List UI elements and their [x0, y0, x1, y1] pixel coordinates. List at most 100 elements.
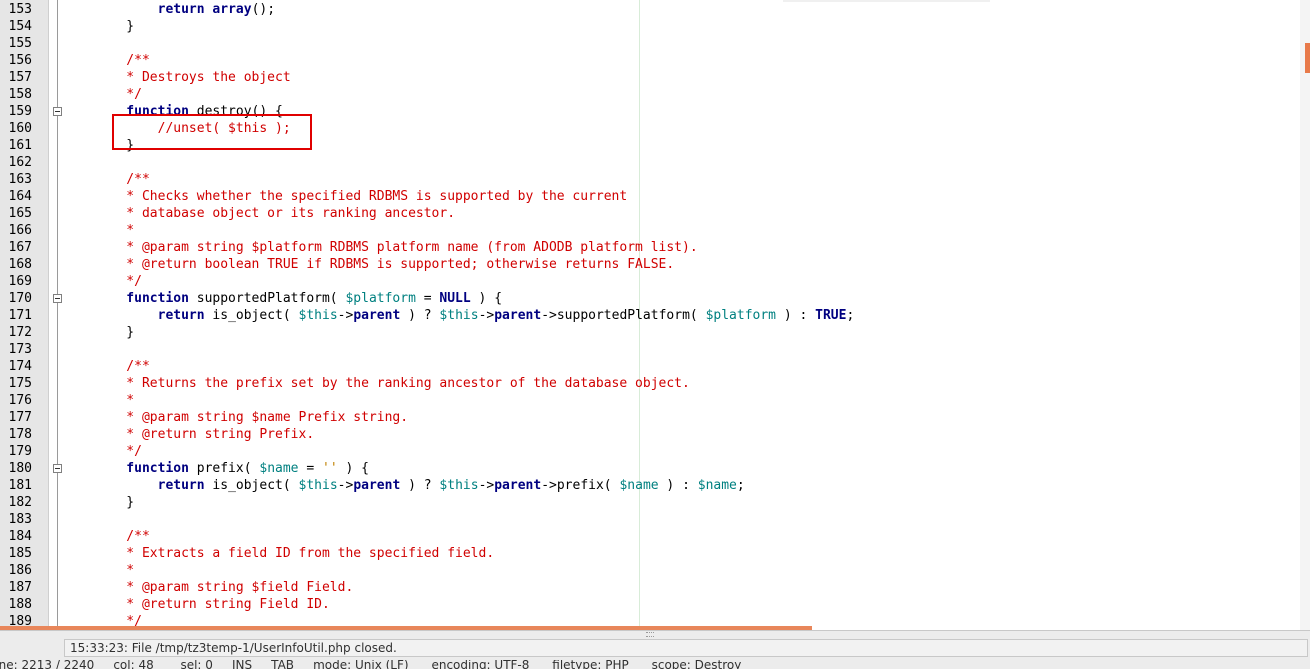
code-token: is_object(	[204, 478, 299, 493]
vertical-scrollbar[interactable]	[1300, 0, 1310, 630]
code-line[interactable]: 179 */	[0, 443, 1300, 460]
code-line[interactable]: 180 function prefix( $name = '' ) {	[0, 460, 1300, 477]
code-token: $platform	[345, 291, 416, 306]
code-line[interactable]: 177 * @param string $name Prefix string.	[0, 409, 1300, 426]
line-number: 162	[8, 155, 32, 170]
code-line[interactable]: 162	[0, 154, 1300, 171]
code-line[interactable]: 183	[0, 511, 1300, 528]
code-line[interactable]: 164 * Checks whether the specified RDBMS…	[0, 188, 1300, 205]
code-token: ->supportedPlatform(	[541, 308, 706, 323]
line-number: 160	[8, 121, 32, 136]
code-line[interactable]: 175 * Returns the prefix set by the rank…	[0, 375, 1300, 392]
code-token: * Extracts a field ID from the specified…	[95, 546, 495, 561]
code-token: }	[95, 495, 135, 510]
code-line[interactable]: 167 * @param string $platform RDBMS plat…	[0, 239, 1300, 256]
code-line[interactable]: 182 }	[0, 494, 1300, 511]
code-token: $this	[439, 478, 479, 493]
code-token: $this	[298, 308, 338, 323]
code-text: * @return string Prefix.	[95, 426, 314, 443]
fold-toggle-icon[interactable]	[53, 107, 62, 116]
line-number: 153	[8, 2, 32, 17]
code-text: /**	[95, 528, 150, 545]
code-token: ''	[322, 461, 338, 476]
line-number: 172	[8, 325, 32, 340]
status-bar: line: 2213 / 2240 col: 48 sel: 0 INS TAB…	[0, 660, 1310, 669]
code-line[interactable]: 172 }	[0, 324, 1300, 341]
line-number: 164	[8, 189, 32, 204]
code-line[interactable]: 154 }	[0, 18, 1300, 35]
code-line[interactable]: 170 function supportedPlatform( $platfor…	[0, 290, 1300, 307]
code-line[interactable]: 166 *	[0, 222, 1300, 239]
code-line[interactable]: 168 * @return boolean TRUE if RDBMS is s…	[0, 256, 1300, 273]
code-line[interactable]: 184 /**	[0, 528, 1300, 545]
code-line[interactable]: 185 * Extracts a field ID from the speci…	[0, 545, 1300, 562]
line-number: 169	[8, 274, 32, 289]
code-text: }	[95, 494, 134, 511]
code-line[interactable]: 188 * @return string Field ID.	[0, 596, 1300, 613]
code-token: * @param string $field Field.	[95, 580, 354, 595]
code-text: return array();	[95, 1, 275, 18]
line-number: 176	[8, 393, 32, 408]
code-line[interactable]: 155	[0, 35, 1300, 52]
code-token: is_object(	[204, 308, 299, 323]
code-line[interactable]: 163 /**	[0, 171, 1300, 188]
code-line[interactable]: 156 /**	[0, 52, 1300, 69]
code-token: }	[95, 325, 135, 340]
code-token: * Returns the prefix set by the ranking …	[95, 376, 690, 391]
status-bar-text: line: 2213 / 2240 col: 48 sel: 0 INS TAB…	[0, 660, 742, 669]
code-token: parent	[494, 478, 542, 493]
code-text: return is_object( $this->parent ) ? $thi…	[95, 477, 745, 494]
code-token: ;	[736, 478, 745, 493]
code-line[interactable]: 158 */	[0, 86, 1300, 103]
code-token: /**	[95, 529, 150, 544]
code-text: function prefix( $name = '' ) {	[95, 460, 369, 477]
code-text: * @param string $field Field.	[95, 579, 353, 596]
line-number: 178	[8, 427, 32, 442]
code-editor[interactable]: 153 return array(); 154 } 155 156 /** 157 * …	[0, 0, 1310, 630]
code-line[interactable]: 181 return is_object( $this->parent ) ? …	[0, 477, 1300, 494]
code-token: parent	[353, 478, 401, 493]
vertical-scroll-thumb[interactable]	[1305, 43, 1310, 73]
code-line[interactable]: 169 */	[0, 273, 1300, 290]
line-number: 157	[8, 70, 32, 85]
code-line[interactable]: 173	[0, 341, 1300, 358]
code-token: $this	[439, 308, 479, 323]
fold-toggle-icon[interactable]	[53, 294, 62, 303]
line-number: 154	[8, 19, 32, 34]
code-text: * Returns the prefix set by the ranking …	[95, 375, 690, 392]
code-line[interactable]: 165 * database object or its ranking anc…	[0, 205, 1300, 222]
code-line[interactable]: 176 *	[0, 392, 1300, 409]
code-line[interactable]: 174 /**	[0, 358, 1300, 375]
line-number: 187	[8, 580, 32, 595]
code-token: * @return boolean TRUE if RDBMS is suppo…	[95, 257, 675, 272]
code-token: =	[298, 461, 322, 476]
code-token: }	[95, 19, 135, 34]
annotation-highlight-box	[112, 114, 312, 150]
code-token: return	[157, 2, 205, 17]
line-number: 175	[8, 376, 32, 391]
code-line[interactable]: 153 return array();	[0, 1, 1300, 18]
code-line[interactable]: 187 * @param string $field Field.	[0, 579, 1300, 596]
fold-toggle-icon[interactable]	[53, 464, 62, 473]
code-text: }	[95, 324, 134, 341]
code-token: /**	[95, 53, 150, 68]
pane-resize-grip[interactable]	[646, 632, 654, 637]
code-text: */	[95, 86, 142, 103]
line-number: 180	[8, 461, 32, 476]
code-line[interactable]: 178 * @return string Prefix.	[0, 426, 1300, 443]
code-token: supportedPlatform(	[188, 291, 346, 306]
code-text: *	[95, 222, 134, 239]
line-number: 185	[8, 546, 32, 561]
code-line[interactable]: 186 *	[0, 562, 1300, 579]
code-text: */	[95, 443, 142, 460]
code-token: /**	[95, 359, 150, 374]
code-text: *	[95, 562, 134, 579]
line-number: 179	[8, 444, 32, 459]
line-number: 159	[8, 104, 32, 119]
code-line[interactable]: 157 * Destroys the object	[0, 69, 1300, 86]
code-text: /**	[95, 171, 150, 188]
code-line[interactable]: 171 return is_object( $this->parent ) ? …	[0, 307, 1300, 324]
code-token: TRUE	[815, 308, 847, 323]
